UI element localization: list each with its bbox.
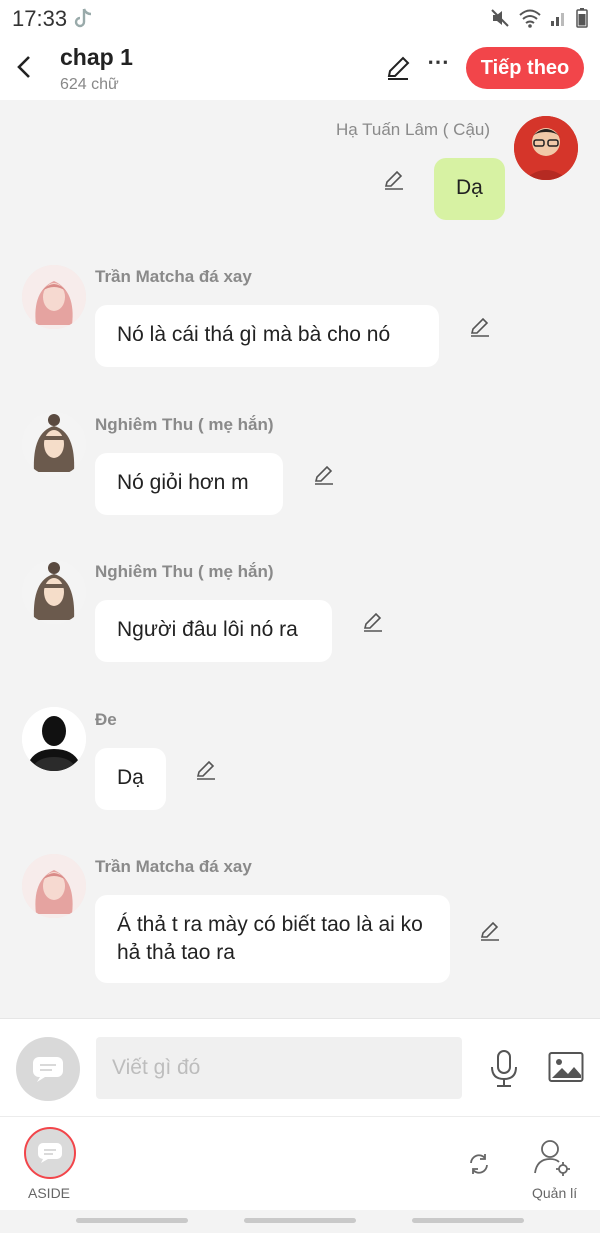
- sender-name: Trần Matcha đá xay: [95, 857, 252, 876]
- message-bubble[interactable]: Nó giỏi hơn m: [95, 453, 283, 515]
- microphone-button[interactable]: [488, 1049, 522, 1089]
- bottom-navigation: ASIDE Quản lí: [0, 1116, 600, 1210]
- sync-button[interactable]: [466, 1151, 492, 1177]
- image-icon: [548, 1052, 584, 1082]
- signal-icon: [550, 9, 568, 32]
- gesture-pill-right[interactable]: [412, 1218, 524, 1223]
- pencil-icon: [384, 170, 403, 190]
- manage-button[interactable]: [532, 1137, 572, 1179]
- avatar[interactable]: [22, 412, 86, 476]
- edit-chapter-button[interactable]: [384, 54, 414, 84]
- edit-message-button[interactable]: [194, 758, 220, 784]
- aside-label: ASIDE: [28, 1185, 71, 1201]
- chapter-title: chap 1: [60, 44, 133, 70]
- avatar[interactable]: [22, 707, 86, 771]
- gesture-bar: [0, 1210, 600, 1233]
- word-count: 624 chữ: [60, 76, 119, 93]
- pencil-icon: [314, 465, 333, 485]
- pencil-icon: [387, 56, 410, 80]
- tiktok-icon: [74, 6, 96, 35]
- message-bubble[interactable]: Dạ: [434, 158, 505, 220]
- wifi-icon: [518, 8, 542, 33]
- aside-button[interactable]: [24, 1127, 76, 1179]
- message-input[interactable]: [96, 1037, 462, 1099]
- edit-message-button[interactable]: [361, 610, 387, 636]
- edit-message-button[interactable]: [382, 168, 408, 194]
- avatar[interactable]: [22, 854, 86, 918]
- status-bar: 17:33: [0, 0, 600, 36]
- message-bubble[interactable]: Người đâu lôi nó ra: [95, 600, 332, 662]
- avatar[interactable]: [514, 116, 578, 180]
- gesture-pill-home[interactable]: [244, 1218, 356, 1223]
- refresh-icon: [470, 1154, 488, 1174]
- image-button[interactable]: [548, 1051, 586, 1085]
- battery-icon: [576, 8, 588, 33]
- microphone-icon: [491, 1050, 517, 1087]
- edit-message-button[interactable]: [478, 919, 504, 945]
- status-time: 17:33: [12, 6, 68, 31]
- back-button[interactable]: [10, 50, 38, 84]
- sender-name: Trần Matcha đá xay: [95, 267, 252, 286]
- chapter-header: chap 1 624 chữ ⋯ Tiếp theo: [0, 36, 600, 100]
- pencil-icon: [196, 760, 215, 780]
- sender-name: Nghiêm Thu ( mẹ hắn): [95, 415, 274, 434]
- chat-area[interactable]: Hạ Tuấn Lâm ( Cậu) Dạ Trần Matcha đá xay…: [0, 100, 600, 1018]
- sender-name: Hạ Tuấn Lâm ( Cậu): [336, 120, 491, 139]
- pencil-icon: [470, 317, 489, 337]
- status-icons: [490, 8, 588, 33]
- pencil-icon: [480, 921, 499, 941]
- next-chapter-button[interactable]: Tiếp theo: [466, 47, 584, 89]
- avatar[interactable]: [22, 560, 86, 624]
- more-options-button[interactable]: ⋯: [424, 50, 452, 80]
- edit-message-button[interactable]: [468, 315, 494, 341]
- chat-bubble-icon: [38, 1143, 62, 1163]
- pencil-icon: [363, 612, 382, 632]
- mute-icon: [490, 8, 510, 33]
- edit-message-button[interactable]: [312, 463, 338, 489]
- sender-name: Đe: [95, 710, 117, 729]
- user-settings-icon: [534, 1140, 570, 1176]
- gesture-pill-left[interactable]: [76, 1218, 188, 1223]
- character-select-button[interactable]: [16, 1037, 80, 1101]
- composer: [0, 1018, 600, 1116]
- chevron-left-icon: [17, 56, 30, 78]
- message-bubble[interactable]: Nó là cái thá gì mà bà cho nó: [95, 305, 439, 367]
- avatar[interactable]: [22, 265, 86, 329]
- sender-name: Nghiêm Thu ( mẹ hắn): [95, 562, 274, 581]
- manage-label: Quản lí: [532, 1185, 578, 1201]
- message-bubble[interactable]: Dạ: [95, 748, 166, 810]
- chat-bubble-icon: [33, 1057, 63, 1082]
- message-bubble[interactable]: Á thả t ra mày có biết tao là ai ko hả t…: [95, 895, 450, 983]
